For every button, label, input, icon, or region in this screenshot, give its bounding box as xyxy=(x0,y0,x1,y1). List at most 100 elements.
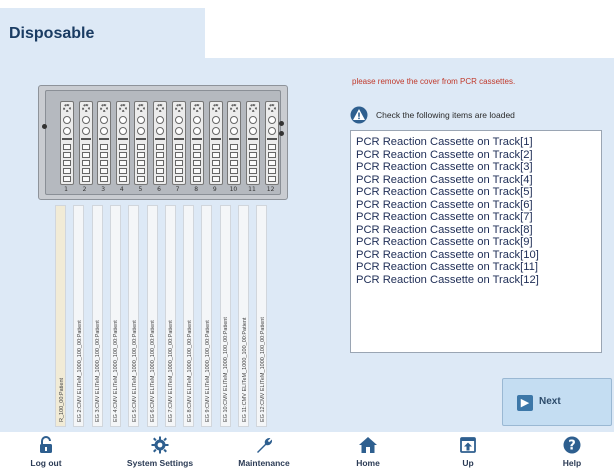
track-strip: EG 7:CMV ELITeM_1000_100_00:Patient xyxy=(164,205,176,427)
slot-well xyxy=(63,116,71,124)
nav-label: System Settings xyxy=(126,458,194,468)
slot-tube xyxy=(249,160,257,166)
slot-tube xyxy=(267,168,276,174)
cassette-slot xyxy=(246,101,260,185)
cassette-slot xyxy=(208,101,223,185)
nav-maintenance[interactable]: Maintenance xyxy=(226,436,302,468)
slot-tube xyxy=(193,168,202,174)
nav-log-out[interactable]: Log out xyxy=(22,436,70,468)
list-item[interactable]: PCR Reaction Cassette on Track[1] xyxy=(356,136,596,149)
slot-cap-icon xyxy=(63,104,71,112)
slot-well xyxy=(249,127,257,135)
slot-tube xyxy=(174,152,183,158)
slot-tube xyxy=(100,152,109,158)
track-strip: R_100_00:Patient xyxy=(55,205,66,427)
slot-cap-icon xyxy=(137,104,146,112)
slot-tube xyxy=(156,144,164,150)
slot-well xyxy=(137,127,146,135)
slot-tube xyxy=(81,176,90,182)
slot-tube xyxy=(63,160,71,166)
list-item[interactable]: PCR Reaction Cassette on Track[12] xyxy=(356,274,596,287)
slot-tube xyxy=(174,144,183,150)
nav-up[interactable]: Up xyxy=(450,436,486,468)
slot-tube xyxy=(249,144,257,150)
slot-tube xyxy=(137,152,146,158)
slot-cap-icon xyxy=(193,104,202,112)
slot-number: 3 xyxy=(101,186,106,193)
slot-cap-icon xyxy=(118,104,127,112)
slot-tube xyxy=(137,176,146,182)
list-item[interactable]: PCR Reaction Cassette on Track[8] xyxy=(356,224,596,237)
slot-number: 5 xyxy=(138,186,143,193)
slot-bar xyxy=(266,138,277,140)
slot-tube xyxy=(193,152,202,158)
slot-cap-icon xyxy=(249,104,257,112)
slot-well xyxy=(174,116,183,124)
slot-bar xyxy=(173,138,184,140)
slot-number: 11 xyxy=(248,186,256,193)
slot-tube xyxy=(249,176,257,182)
cassette-slot xyxy=(60,101,74,185)
slot-tube xyxy=(63,176,71,182)
track-strip: EG 4:CMV ELITeM_1000_100_00:Patient xyxy=(109,205,121,427)
slot-tube xyxy=(230,144,239,150)
track-strip: EG 9:CMV ELITeM_1000_100_00:Patient xyxy=(201,205,213,427)
cassette-slot xyxy=(97,101,112,185)
slot-well xyxy=(100,116,109,124)
cassette-slot xyxy=(78,101,93,185)
slot-well xyxy=(267,127,276,135)
slot-tube xyxy=(118,176,127,182)
slot-bar xyxy=(99,138,110,140)
nav-label: Up xyxy=(462,458,474,468)
slot-tube xyxy=(63,152,71,158)
slot-cap-icon xyxy=(230,104,239,112)
header-blank xyxy=(205,8,614,58)
slot-tube xyxy=(249,152,257,158)
list-item[interactable]: PCR Reaction Cassette on Track[10] xyxy=(356,249,596,262)
slot-well xyxy=(193,116,202,124)
slot-bar xyxy=(192,138,203,140)
nav-label: Log out xyxy=(30,458,62,468)
nav-help[interactable]: ? Help xyxy=(552,436,592,468)
nav-label: Help xyxy=(562,458,582,468)
slot-cap-icon xyxy=(81,104,90,112)
list-item[interactable]: PCR Reaction Cassette on Track[4] xyxy=(356,174,596,187)
slot-tube xyxy=(100,160,109,166)
list-item[interactable]: PCR Reaction Cassette on Track[6] xyxy=(356,199,596,212)
slot-bar xyxy=(248,138,258,140)
slot-well xyxy=(81,127,90,135)
slot-well xyxy=(81,116,90,124)
nav-home[interactable]: Home xyxy=(348,436,388,468)
track-label: R_100_00:Patient xyxy=(58,377,65,422)
slot-number: 9 xyxy=(212,186,217,193)
track-label: EG 8:CMV ELITeM_1000_100_00:Patient xyxy=(186,320,193,422)
slot-well xyxy=(249,116,257,124)
list-item[interactable]: PCR Reaction Cassette on Track[3] xyxy=(356,161,596,174)
cassette-slot xyxy=(190,101,205,185)
cassette-slot xyxy=(227,101,242,185)
slot-well xyxy=(267,116,276,124)
bolt xyxy=(279,121,284,126)
slot-tube xyxy=(81,160,90,166)
track-strip: EG 6:CMV ELITeM_1000_100_00:Patient xyxy=(146,205,158,427)
slot-tube xyxy=(81,168,90,174)
list-item[interactable]: PCR Reaction Cassette on Track[2] xyxy=(356,149,596,162)
cover-warning-text: please remove the cover from PCR cassett… xyxy=(352,77,516,86)
slot-tube xyxy=(100,144,109,150)
slot-well xyxy=(211,116,220,124)
items-list[interactable]: PCR Reaction Cassette on Track[1] PCR Rea… xyxy=(350,130,602,353)
bolt xyxy=(42,124,47,129)
next-button[interactable]: ▶ Next xyxy=(502,378,612,426)
list-item[interactable]: PCR Reaction Cassette on Track[5] xyxy=(356,186,596,199)
cassette-slot xyxy=(115,101,130,185)
slot-tube xyxy=(156,160,164,166)
slot-number: 7 xyxy=(175,186,180,193)
up-icon xyxy=(460,437,476,453)
arrow-right-icon: ▶ xyxy=(517,395,533,411)
list-item[interactable]: PCR Reaction Cassette on Track[9] xyxy=(356,236,596,249)
slot-cap-icon xyxy=(156,104,164,112)
list-item[interactable]: PCR Reaction Cassette on Track[11] xyxy=(356,261,596,274)
list-item[interactable]: PCR Reaction Cassette on Track[7] xyxy=(356,211,596,224)
slot-tube xyxy=(230,168,239,174)
nav-system-settings[interactable]: System Settings xyxy=(117,436,203,468)
